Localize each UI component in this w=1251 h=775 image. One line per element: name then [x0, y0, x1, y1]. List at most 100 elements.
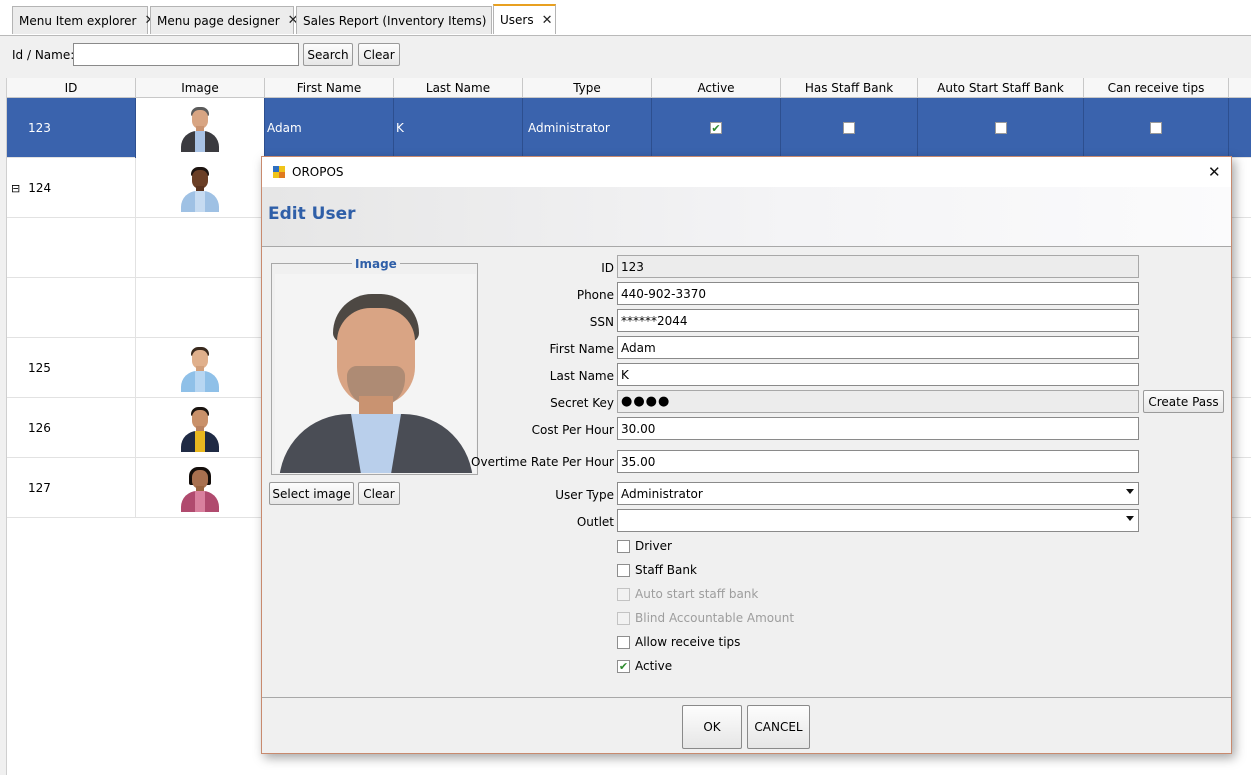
- tab-label: Sales Report (Inventory Items): [303, 13, 487, 28]
- checkbox-label: Staff Bank: [635, 563, 697, 577]
- has-staff-bank-checkbox[interactable]: [843, 122, 855, 134]
- staff-bank-checkbox[interactable]: Staff Bank: [617, 563, 697, 577]
- cell-image: [136, 98, 265, 158]
- overtime-rate-label: Overtime Rate Per Hour: [471, 455, 614, 469]
- blind-accountable-amount-checkbox: Blind Accountable Amount: [617, 611, 794, 625]
- tab-users[interactable]: Users ✕: [493, 4, 556, 34]
- cell-id: 127: [7, 458, 136, 518]
- checkbox-label: Blind Accountable Amount: [635, 611, 795, 625]
- checkbox-label: Driver: [635, 539, 672, 553]
- ssn-field[interactable]: ******2044: [617, 309, 1139, 332]
- app-logo-icon: [273, 166, 285, 178]
- cell-id: 123: [7, 98, 136, 158]
- cell-image: [136, 338, 265, 398]
- first-name-field[interactable]: Adam: [617, 336, 1139, 359]
- last-name-label: Last Name: [549, 369, 614, 383]
- search-input[interactable]: [73, 43, 299, 66]
- last-name-field[interactable]: K: [617, 363, 1139, 386]
- column-header-id[interactable]: ID: [7, 78, 136, 98]
- image-panel: Image: [271, 257, 478, 475]
- avatar: [176, 344, 224, 392]
- column-header-has-staff-bank[interactable]: Has Staff Bank: [781, 78, 918, 98]
- avatar: [176, 404, 224, 452]
- auto-start-staff-bank-checkbox[interactable]: [994, 122, 1007, 134]
- cell-last-name: K: [394, 98, 523, 158]
- collapse-icon[interactable]: ⊟: [11, 182, 20, 195]
- cell-id-text: 124: [28, 181, 52, 195]
- cancel-button[interactable]: CANCEL: [747, 705, 810, 749]
- column-header-active[interactable]: Active: [652, 78, 781, 98]
- id-label: ID: [601, 261, 614, 275]
- checkbox-box[interactable]: [617, 539, 630, 553]
- column-header-first-name[interactable]: First Name: [265, 78, 394, 98]
- tab-label: Menu Item explorer: [19, 13, 137, 28]
- clear-search-button[interactable]: Clear: [358, 43, 400, 66]
- cell-first-name: Adam: [265, 98, 394, 158]
- tab-menu-item-explorer[interactable]: Menu Item explorer ✕: [12, 6, 155, 34]
- app-window: Menu Item explorer ✕ Menu page designer …: [0, 0, 1251, 775]
- cell-auto-start-staff-bank: [918, 98, 1084, 158]
- cell-type: Administrator: [523, 98, 652, 158]
- outlet-label: Outlet: [576, 515, 614, 529]
- cell-image: [136, 398, 265, 458]
- column-header-last-name[interactable]: Last Name: [394, 78, 523, 98]
- image-panel-legend: Image: [352, 257, 400, 271]
- checkbox-box[interactable]: [617, 563, 630, 577]
- auto-start-staff-bank-checkbox: Auto start staff bank: [617, 587, 758, 601]
- tab-menu-page-designer[interactable]: Menu page designer ✕: [150, 6, 299, 34]
- tab-label: Menu page designer: [157, 13, 280, 28]
- cell-id: ⊟ 124: [7, 158, 136, 218]
- cell-has-staff-bank: [781, 98, 918, 158]
- cell-id: 126: [7, 398, 136, 458]
- user-type-select[interactable]: Administrator: [617, 482, 1139, 505]
- select-image-button[interactable]: Select image: [269, 482, 354, 505]
- outlet-select[interactable]: [617, 509, 1139, 532]
- secret-key-label: Secret Key: [550, 396, 614, 410]
- cell-can-receive-tips: [1084, 98, 1229, 158]
- secret-key-field: ●●●●: [617, 390, 1139, 413]
- active-checkbox[interactable]: ✔: [710, 122, 722, 134]
- phone-field[interactable]: 440-902-3370: [617, 282, 1139, 305]
- search-label: Id / Name:: [12, 48, 75, 62]
- ok-button[interactable]: OK: [682, 705, 742, 749]
- user-type-value: Administrator: [621, 486, 703, 501]
- allow-receive-tips-checkbox[interactable]: Allow receive tips: [617, 635, 740, 649]
- cell-active: ✔: [652, 98, 781, 158]
- create-pass-button[interactable]: Create Pass: [1143, 390, 1224, 413]
- driver-checkbox[interactable]: Driver: [617, 539, 672, 553]
- column-header-can-receive-tips[interactable]: Can receive tips: [1084, 78, 1229, 98]
- close-icon[interactable]: ✕: [542, 14, 553, 27]
- edit-user-dialog: OROPOS ✕ Edit User Image Select image Cl…: [261, 156, 1232, 754]
- cell-image: [136, 158, 265, 218]
- cell-id: 125: [7, 338, 136, 398]
- overtime-rate-field[interactable]: 35.00: [617, 450, 1139, 473]
- check-icon[interactable]: ✔: [617, 659, 630, 673]
- column-header-type[interactable]: Type: [523, 78, 652, 98]
- avatar: [176, 104, 224, 152]
- table-row[interactable]: 123 Adam K Administrator ✔: [7, 98, 1251, 158]
- checkbox-box: [617, 587, 630, 601]
- search-bar: Id / Name: Search Clear: [0, 36, 1251, 76]
- close-icon[interactable]: ✕: [1208, 163, 1221, 181]
- user-type-label: User Type: [555, 488, 614, 502]
- dropdown-arrow-icon: [1126, 489, 1134, 494]
- active-checkbox[interactable]: ✔ Active: [617, 659, 672, 673]
- tab-label: Users: [500, 13, 534, 27]
- checkbox-label: Active: [635, 659, 673, 673]
- checkbox-box[interactable]: [617, 635, 630, 649]
- checkbox-label: Auto start staff bank: [635, 587, 759, 601]
- dialog-heading: Edit User: [268, 204, 356, 224]
- ssn-label: SSN: [589, 315, 614, 329]
- dropdown-arrow-icon: [1126, 516, 1134, 521]
- column-header-image[interactable]: Image: [136, 78, 265, 98]
- cost-per-hour-field[interactable]: 30.00: [617, 417, 1139, 440]
- first-name-label: First Name: [549, 342, 614, 356]
- tab-sales-report[interactable]: Sales Report (Inventory Items) ✕: [296, 6, 505, 34]
- column-header-auto-start-staff-bank[interactable]: Auto Start Staff Bank: [918, 78, 1084, 98]
- can-receive-tips-checkbox[interactable]: [1150, 122, 1162, 134]
- search-button[interactable]: Search: [303, 43, 353, 66]
- table-header: ID Image First Name Last Name Type Activ…: [7, 78, 1251, 98]
- cell-image: [136, 458, 265, 518]
- tab-bar: Menu Item explorer ✕ Menu page designer …: [0, 0, 1251, 36]
- clear-image-button[interactable]: Clear: [358, 482, 400, 505]
